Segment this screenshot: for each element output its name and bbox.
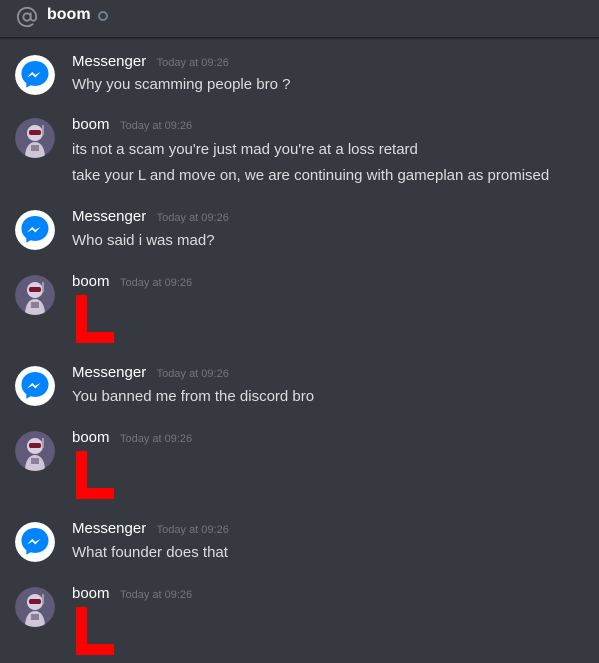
at-sign-icon [16, 6, 38, 27]
timestamp: Today at 09:26 [156, 368, 229, 380]
message-text: its not a scam you're just mad you're at… [72, 141, 418, 158]
author-name[interactable]: boom [72, 273, 110, 290]
astronaut-avatar-icon [15, 118, 55, 158]
timestamp: Today at 09:26 [119, 120, 193, 132]
avatar[interactable] [15, 118, 55, 158]
timestamp: Today at 09:26 [119, 589, 193, 601]
avatar[interactable] [15, 431, 55, 471]
red-L-image[interactable] [76, 451, 114, 499]
author-name[interactable]: Messenger [72, 520, 146, 537]
timestamp: Today at 09:26 [119, 277, 193, 289]
author-name[interactable]: boom [72, 429, 110, 446]
messenger-logo-icon [15, 210, 55, 250]
message-text: Who said i was mad? [72, 232, 215, 249]
red-L-image[interactable] [76, 607, 114, 655]
author-name[interactable]: boom [72, 585, 110, 602]
avatar[interactable] [15, 55, 55, 95]
message-text: What founder does that [72, 544, 228, 561]
red-L-image[interactable] [76, 295, 114, 343]
avatar[interactable] [15, 522, 55, 562]
astronaut-avatar-icon [15, 587, 55, 627]
avatar[interactable] [15, 275, 55, 315]
author-name[interactable]: Messenger [72, 53, 146, 70]
message-text: take your L and move on, we are continui… [72, 167, 550, 184]
messenger-logo-icon [15, 522, 55, 562]
offline-status-icon [98, 11, 108, 21]
avatar[interactable] [15, 210, 55, 250]
messenger-logo-icon [15, 366, 55, 406]
timestamp: Today at 09:26 [156, 57, 229, 69]
dm-header: boom [0, 0, 599, 38]
astronaut-avatar-icon [15, 275, 55, 315]
timestamp: Today at 09:26 [119, 433, 193, 445]
timestamp: Today at 09:26 [156, 524, 229, 536]
author-name[interactable]: boom [72, 116, 110, 133]
timestamp: Today at 09:26 [156, 212, 229, 224]
message-text: Why you scamming people bro ? [72, 76, 291, 93]
author-name[interactable]: Messenger [72, 364, 146, 381]
avatar[interactable] [15, 587, 55, 627]
avatar[interactable] [15, 366, 55, 406]
channel-name: boom [47, 6, 91, 23]
author-name[interactable]: Messenger [72, 208, 146, 225]
messenger-logo-icon [15, 55, 55, 95]
astronaut-avatar-icon [15, 431, 55, 471]
message-text: You banned me from the discord bro [72, 388, 315, 405]
